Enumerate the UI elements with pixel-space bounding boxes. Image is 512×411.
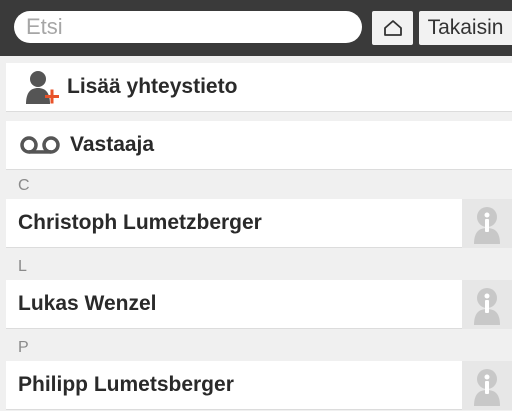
search-input[interactable] — [14, 11, 362, 43]
contact-row[interactable]: Lukas Wenzel — [6, 280, 462, 329]
voicemail-icon — [20, 136, 60, 154]
contact-info-button[interactable] — [462, 199, 512, 248]
add-contact-icon — [26, 71, 59, 104]
home-icon — [383, 20, 402, 36]
contact-row[interactable]: Philipp Lumetsberger — [6, 361, 462, 410]
contact-info-button[interactable] — [462, 361, 512, 410]
back-button[interactable]: Takaisin — [419, 11, 512, 45]
info-icon — [474, 287, 500, 325]
voicemail-row[interactable]: Vastaaja — [6, 121, 512, 170]
contact-info-button[interactable] — [462, 280, 512, 329]
section-header-l: L — [18, 258, 27, 275]
add-contact-row[interactable]: Lisää yhteystieto — [6, 63, 512, 112]
info-icon — [474, 206, 500, 244]
contact-row[interactable]: Christoph Lumetzberger — [6, 199, 462, 248]
top-bar: Takaisin — [0, 0, 512, 56]
info-icon — [474, 368, 500, 406]
voicemail-label: Vastaaja — [70, 133, 155, 156]
add-contact-label: Lisää yhteystieto — [67, 75, 238, 98]
section-header-p: P — [18, 339, 29, 356]
contact-name: Lukas Wenzel — [18, 292, 157, 315]
home-button[interactable] — [372, 11, 413, 45]
contact-name: Christoph Lumetzberger — [18, 211, 262, 234]
contact-name: Philipp Lumetsberger — [18, 373, 234, 396]
section-header-c: C — [18, 177, 30, 194]
